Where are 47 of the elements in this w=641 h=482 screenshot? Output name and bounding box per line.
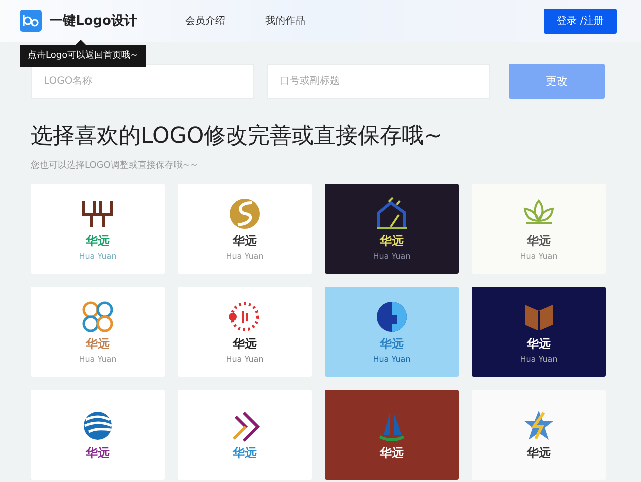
logo-card[interactable]: 华远 Hua Yuan — [325, 184, 459, 274]
brand-name: 华远 — [233, 233, 257, 250]
logo-card[interactable]: 华远 — [178, 390, 312, 480]
tooltip-arrow-icon — [76, 40, 86, 45]
logo-card[interactable]: 华远 — [31, 390, 165, 480]
brand-pinyin: Hua Yuan — [373, 355, 411, 364]
brand-name: 华远 — [86, 233, 110, 250]
logo-name-field[interactable]: LOGO名称 — [31, 64, 254, 99]
nav-link[interactable]: 会员介绍 — [185, 14, 226, 28]
brand-pinyin: Hua Yuan — [226, 252, 264, 261]
logo-card[interactable]: 华远 — [325, 390, 459, 480]
brand-pinyin: Hua Yuan — [373, 252, 411, 261]
logo-card[interactable]: 华远 Hua Yuan — [325, 287, 459, 377]
logo-card[interactable]: 华远 Hua Yuan — [472, 287, 606, 377]
brand-pinyin: Hua Yuan — [79, 252, 117, 261]
brand-name: 华远 — [233, 336, 257, 353]
brand-title[interactable]: 一键Logo设计 — [50, 12, 138, 30]
split-circle-icon — [375, 300, 409, 334]
brand-name: 华远 — [527, 444, 551, 462]
brand-name: 华远 — [233, 444, 257, 462]
heart-clover-icon — [81, 300, 115, 334]
brand-name: 华远 — [527, 336, 551, 353]
star-icon — [522, 408, 556, 442]
page-subheading: 您也可以选择LOGO调整或直接保存哦~~ — [31, 160, 199, 172]
login-button[interactable]: 登录 /注册 — [544, 8, 617, 34]
brand-name: 华远 — [380, 233, 404, 250]
brand-name: 华远 — [86, 336, 110, 353]
house-icon — [375, 197, 409, 231]
swirl-circle-icon — [228, 197, 262, 231]
brand-name: 华远 — [86, 444, 110, 462]
page-heading: 选择喜欢的LOGO修改完善或直接保存哦~ — [31, 123, 444, 151]
dotted-circle-icon — [228, 300, 262, 334]
brand-name: 华远 — [380, 444, 404, 462]
logo-icon[interactable] — [20, 10, 42, 32]
logo-card[interactable]: 华远 — [472, 390, 606, 480]
tooltip: 点击Logo可以返回首页哦~ — [20, 45, 146, 67]
brand-pinyin: Hua Yuan — [79, 355, 117, 364]
logo-card[interactable]: 华远 Hua Yuan — [178, 184, 312, 274]
logo-card[interactable]: 华远 Hua Yuan — [178, 287, 312, 377]
brand-pinyin: Hua Yuan — [520, 355, 558, 364]
slogan-field[interactable]: 口号或副标题 — [267, 64, 490, 99]
logo-card[interactable]: 华远 Hua Yuan — [472, 184, 606, 274]
brand-name: 华远 — [380, 336, 404, 353]
brand-pinyin: Hua Yuan — [226, 355, 264, 364]
brand-name: 华远 — [527, 233, 551, 250]
nav-link[interactable]: 我的作品 — [265, 14, 306, 28]
brand-pinyin: Hua Yuan — [520, 252, 558, 261]
